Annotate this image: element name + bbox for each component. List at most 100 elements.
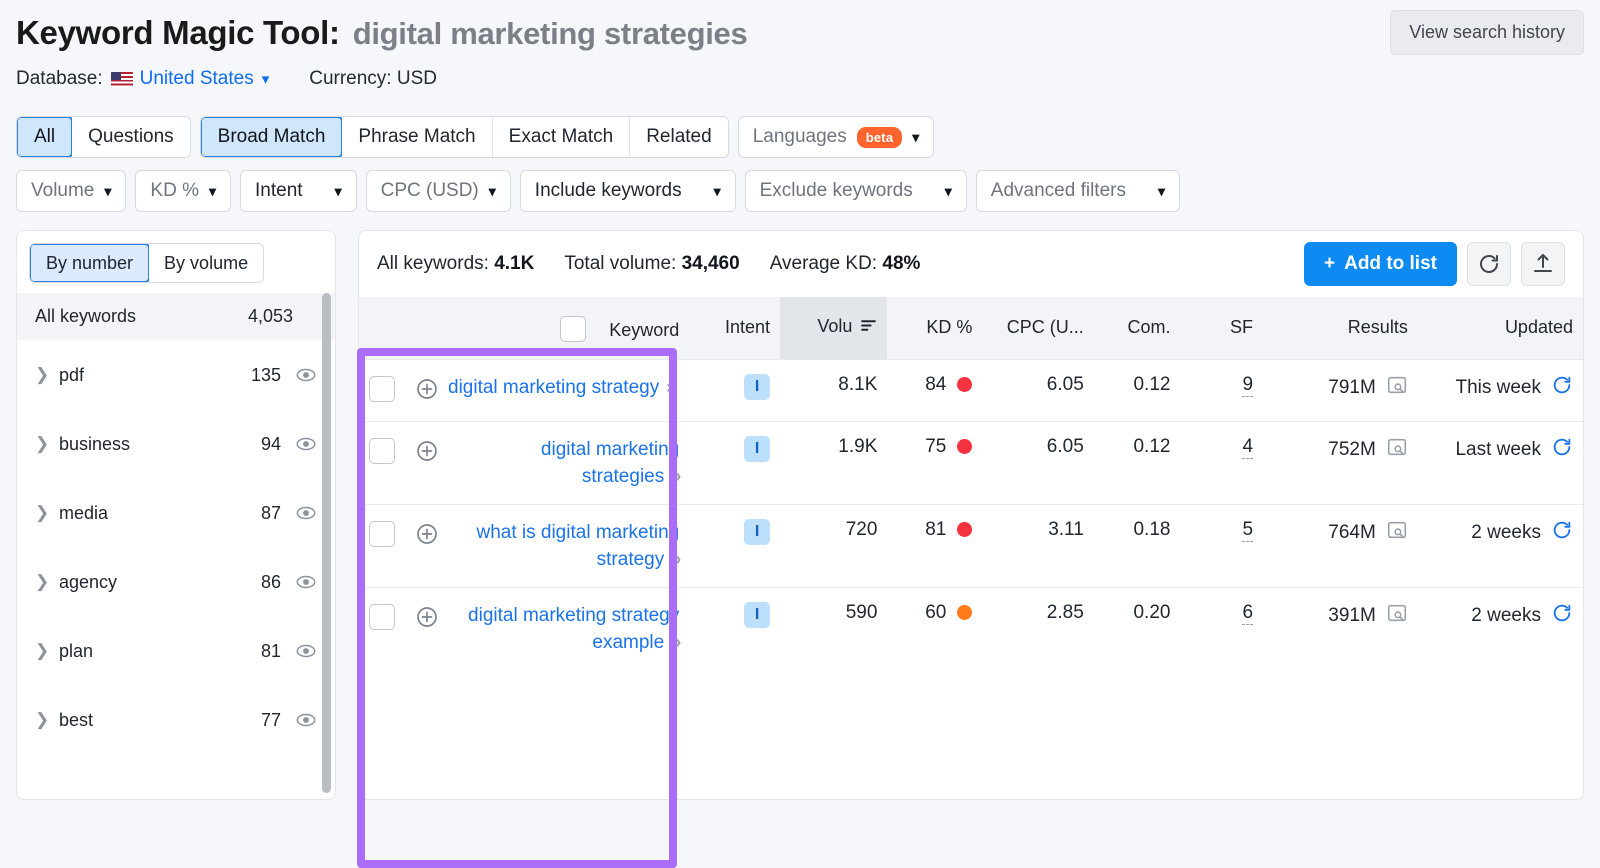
tab-broad-match[interactable]: Broad Match bbox=[200, 116, 344, 158]
select-all-checkbox[interactable] bbox=[560, 316, 586, 342]
column-volume-label: Volu bbox=[817, 316, 852, 336]
tab-phrase-match[interactable]: Phrase Match bbox=[342, 117, 492, 157]
table-row[interactable]: what is digital marketing strategy» I 72… bbox=[359, 504, 1583, 587]
table-row[interactable]: digital marketing strategy example» I 59… bbox=[359, 587, 1583, 670]
keyword-link[interactable]: digital marketing strategy » bbox=[448, 374, 674, 401]
include-keywords-filter[interactable]: Include keywords ▾ bbox=[520, 170, 736, 212]
add-to-list-button[interactable]: + Add to list bbox=[1304, 242, 1457, 286]
keyword-link[interactable]: digital marketing strategies» bbox=[448, 436, 679, 490]
chevron-down-icon[interactable]: ▾ bbox=[262, 70, 270, 88]
expand-chevrons-icon[interactable]: » bbox=[666, 377, 674, 397]
column-results[interactable]: Results bbox=[1263, 297, 1418, 359]
sf-value[interactable]: 5 bbox=[1242, 519, 1253, 542]
keyword-text: digital marketing strategy bbox=[448, 377, 659, 398]
table-head: Keyword Intent Volu KD % CPC (U... Com. … bbox=[359, 297, 1583, 359]
tab-exact-match[interactable]: Exact Match bbox=[493, 117, 631, 157]
refresh-icon[interactable] bbox=[1551, 374, 1573, 402]
advanced-filters[interactable]: Advanced filters ▾ bbox=[976, 170, 1180, 212]
column-cpc[interactable]: CPC (U... bbox=[982, 297, 1093, 359]
match-type-group: Broad Match Phrase Match Exact Match Rel… bbox=[200, 116, 729, 158]
eye-icon[interactable] bbox=[295, 433, 317, 455]
serp-preview-icon[interactable] bbox=[1386, 374, 1408, 402]
tab-by-volume[interactable]: By volume bbox=[149, 244, 263, 282]
intent-badge[interactable]: I bbox=[744, 436, 770, 462]
table-row[interactable]: digital marketing strategies» I 1.9K 75 … bbox=[359, 421, 1583, 504]
add-keyword-icon[interactable] bbox=[415, 377, 439, 407]
sf-value[interactable]: 6 bbox=[1242, 602, 1253, 625]
view-search-history-button[interactable]: View search history bbox=[1390, 10, 1584, 55]
exclude-keywords-filter[interactable]: Exclude keywords ▾ bbox=[745, 170, 967, 212]
kd-value: 75 bbox=[925, 436, 946, 458]
chevron-right-icon[interactable]: ❯ bbox=[35, 641, 59, 661]
tab-questions[interactable]: Questions bbox=[72, 117, 190, 157]
column-com[interactable]: Com. bbox=[1094, 297, 1181, 359]
refresh-icon[interactable] bbox=[1551, 519, 1573, 547]
expand-chevrons-icon[interactable]: » bbox=[671, 549, 679, 569]
add-keyword-icon[interactable] bbox=[415, 522, 439, 552]
serp-preview-icon[interactable] bbox=[1386, 602, 1408, 630]
keyword-link[interactable]: digital marketing strategy example» bbox=[448, 602, 679, 656]
column-keyword[interactable]: Keyword bbox=[359, 297, 689, 359]
chevron-right-icon[interactable]: ❯ bbox=[35, 572, 59, 592]
add-keyword-icon[interactable] bbox=[415, 439, 439, 469]
expand-chevrons-icon[interactable]: » bbox=[671, 632, 679, 652]
sidebar-item-plan[interactable]: ❯ plan 81 bbox=[17, 616, 335, 685]
sf-value[interactable]: 9 bbox=[1242, 374, 1253, 397]
add-keyword-icon[interactable] bbox=[415, 605, 439, 635]
serp-preview-icon[interactable] bbox=[1386, 436, 1408, 464]
column-sf[interactable]: SF bbox=[1180, 297, 1263, 359]
cell-results: 391M bbox=[1263, 587, 1418, 670]
kd-filter[interactable]: KD % ▾ bbox=[135, 170, 231, 212]
chevron-right-icon[interactable]: ❯ bbox=[35, 710, 59, 730]
intent-filter[interactable]: Intent ▾ bbox=[240, 170, 357, 212]
row-checkbox[interactable] bbox=[369, 521, 395, 547]
eye-icon[interactable] bbox=[295, 502, 317, 524]
keyword-link[interactable]: what is digital marketing strategy» bbox=[448, 519, 679, 573]
expand-chevrons-icon[interactable]: » bbox=[671, 466, 679, 486]
cell-com: 0.18 bbox=[1094, 504, 1181, 587]
tab-by-number[interactable]: By number bbox=[29, 243, 150, 283]
eye-icon[interactable] bbox=[295, 364, 317, 386]
export-button[interactable] bbox=[1521, 242, 1565, 286]
column-intent[interactable]: Intent bbox=[689, 297, 780, 359]
sf-value[interactable]: 4 bbox=[1242, 436, 1253, 459]
chevron-down-icon: ▾ bbox=[489, 183, 496, 200]
languages-filter[interactable]: Languages beta ▾ bbox=[738, 116, 935, 158]
cpc-filter[interactable]: CPC (USD) ▾ bbox=[366, 170, 511, 212]
sidebar-scrollbar[interactable] bbox=[322, 293, 331, 793]
eye-icon[interactable] bbox=[295, 571, 317, 593]
chevron-right-icon[interactable]: ❯ bbox=[35, 503, 59, 523]
row-checkbox[interactable] bbox=[369, 376, 395, 402]
intent-badge[interactable]: I bbox=[744, 374, 770, 400]
intent-badge[interactable]: I bbox=[744, 602, 770, 628]
row-checkbox[interactable] bbox=[369, 438, 395, 464]
refresh-icon[interactable] bbox=[1551, 602, 1573, 630]
row-checkbox[interactable] bbox=[369, 604, 395, 630]
tab-all[interactable]: All bbox=[16, 116, 73, 158]
refresh-icon[interactable] bbox=[1551, 436, 1573, 464]
chevron-right-icon[interactable]: ❯ bbox=[35, 434, 59, 454]
table-row[interactable]: digital marketing strategy» I 8.1K 84 6.… bbox=[359, 359, 1583, 421]
column-updated[interactable]: Updated bbox=[1418, 297, 1583, 359]
column-kd[interactable]: KD % bbox=[887, 297, 982, 359]
summary-total-volume-value: 34,460 bbox=[682, 253, 740, 274]
sidebar-item-count: 77 bbox=[261, 710, 281, 731]
database-selector[interactable]: United States bbox=[140, 68, 254, 90]
tab-related[interactable]: Related bbox=[630, 117, 728, 157]
volume-filter[interactable]: Volume ▾ bbox=[16, 170, 126, 212]
eye-icon[interactable] bbox=[295, 640, 317, 662]
eye-icon[interactable] bbox=[295, 709, 317, 731]
sidebar-item-agency[interactable]: ❯ agency 86 bbox=[17, 547, 335, 616]
cell-volume: 1.9K bbox=[780, 421, 887, 504]
serp-preview-icon[interactable] bbox=[1386, 519, 1408, 547]
sidebar-item-best[interactable]: ❯ best 77 bbox=[17, 685, 335, 754]
sidebar-item-all-keywords[interactable]: All keywords 4,053 bbox=[17, 293, 335, 340]
column-volume[interactable]: Volu bbox=[780, 297, 887, 359]
chevron-right-icon[interactable]: ❯ bbox=[35, 365, 59, 385]
intent-badge[interactable]: I bbox=[744, 519, 770, 545]
database-meta-row: Database: United States ▾ Currency: USD bbox=[16, 68, 1584, 90]
refresh-button[interactable] bbox=[1467, 242, 1511, 286]
sidebar-item-business[interactable]: ❯ business 94 bbox=[17, 409, 335, 478]
sidebar-item-pdf[interactable]: ❯ pdf 135 bbox=[17, 340, 335, 409]
sidebar-item-media[interactable]: ❯ media 87 bbox=[17, 478, 335, 547]
